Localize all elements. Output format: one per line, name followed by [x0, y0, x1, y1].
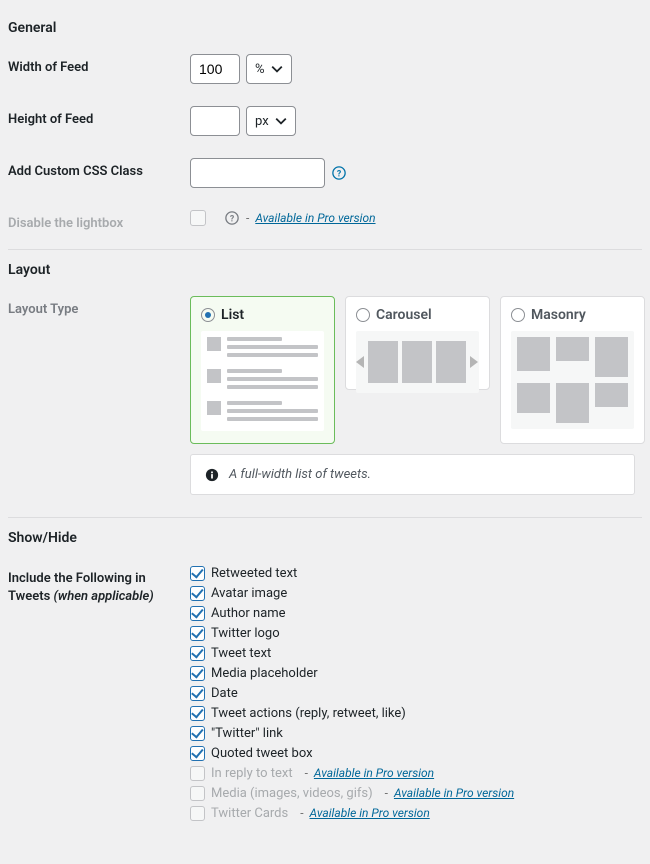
- radio-list[interactable]: [201, 308, 215, 322]
- include-item[interactable]: Tweet text: [190, 644, 514, 662]
- include-item: Media (images, videos, gifs) - Available…: [190, 784, 514, 802]
- checkbox[interactable]: [190, 746, 205, 761]
- layout-carousel-label: Carousel: [376, 307, 432, 323]
- include-item-label: "Twitter" link: [211, 726, 283, 741]
- checkbox: [190, 786, 205, 801]
- checkbox[interactable]: [190, 686, 205, 701]
- include-label: Include the Following in Tweets (when ap…: [8, 564, 190, 606]
- height-input[interactable]: [190, 106, 240, 136]
- width-unit-value: %: [255, 62, 265, 77]
- dash: -: [300, 806, 303, 820]
- height-unit-select[interactable]: px: [246, 106, 296, 136]
- include-item-label: Media placeholder: [211, 666, 318, 681]
- include-item[interactable]: "Twitter" link: [190, 724, 514, 742]
- layout-description-text: A full-width list of tweets.: [229, 467, 371, 482]
- include-item-label: Date: [211, 686, 238, 701]
- lightbox-checkbox: [190, 210, 206, 226]
- section-layout-title: Layout: [8, 262, 642, 278]
- include-item-label: Author name: [211, 606, 286, 621]
- layout-option-carousel[interactable]: Carousel: [345, 296, 490, 390]
- svg-text:?: ?: [230, 215, 235, 225]
- include-item-label: Twitter logo: [211, 626, 280, 641]
- dash: -: [385, 786, 388, 800]
- radio-carousel[interactable]: [356, 308, 370, 322]
- layout-option-list[interactable]: List: [190, 296, 335, 444]
- css-class-input[interactable]: [190, 158, 325, 188]
- checkbox[interactable]: [190, 626, 205, 641]
- include-item[interactable]: Retweeted text: [190, 564, 514, 582]
- checkbox[interactable]: [190, 566, 205, 581]
- layout-masonry-label: Masonry: [531, 307, 586, 323]
- width-input[interactable]: [190, 54, 240, 84]
- info-icon: [205, 468, 219, 482]
- pro-version-link[interactable]: Available in Pro version: [310, 806, 430, 820]
- height-label: Height of Feed: [8, 106, 190, 127]
- checkbox[interactable]: [190, 606, 205, 621]
- include-item: Twitter Cards - Available in Pro version: [190, 804, 514, 822]
- include-item[interactable]: Media placeholder: [190, 664, 514, 682]
- width-label: Width of Feed: [8, 54, 190, 75]
- divider: [8, 517, 642, 518]
- include-item: In reply to text - Available in Pro vers…: [190, 764, 514, 782]
- lightbox-label: Disable the lightbox: [8, 210, 190, 231]
- layout-masonry-thumb: [511, 331, 634, 429]
- layout-list-label: List: [221, 307, 244, 323]
- svg-text:?: ?: [337, 170, 342, 180]
- divider: [8, 249, 642, 250]
- layout-type-label: Layout Type: [8, 296, 190, 317]
- dash: -: [305, 766, 308, 780]
- section-general-title: General: [8, 20, 642, 36]
- include-item[interactable]: Author name: [190, 604, 514, 622]
- checkbox[interactable]: [190, 586, 205, 601]
- checkbox[interactable]: [190, 706, 205, 721]
- include-item-label: Retweeted text: [211, 566, 297, 581]
- dash: -: [246, 211, 249, 225]
- checkbox: [190, 806, 205, 821]
- pro-version-link[interactable]: Available in Pro version: [255, 211, 375, 225]
- include-item[interactable]: Quoted tweet box: [190, 744, 514, 762]
- radio-masonry[interactable]: [511, 308, 525, 322]
- section-showhide-title: Show/Hide: [8, 530, 642, 546]
- include-item-label: Quoted tweet box: [211, 746, 313, 761]
- pro-version-link[interactable]: Available in Pro version: [314, 766, 434, 780]
- include-item-label: Avatar image: [211, 586, 287, 601]
- checkbox[interactable]: [190, 646, 205, 661]
- checkbox[interactable]: [190, 726, 205, 741]
- help-icon[interactable]: ?: [331, 165, 347, 181]
- layout-description: A full-width list of tweets.: [190, 454, 635, 495]
- chevron-down-icon: [271, 63, 283, 75]
- include-item-label: Media (images, videos, gifs): [211, 786, 373, 801]
- css-class-label: Add Custom CSS Class: [8, 158, 190, 179]
- height-unit-value: px: [255, 114, 269, 129]
- include-item[interactable]: Tweet actions (reply, retweet, like): [190, 704, 514, 722]
- include-item[interactable]: Date: [190, 684, 514, 702]
- checkbox[interactable]: [190, 666, 205, 681]
- pro-version-link[interactable]: Available in Pro version: [394, 786, 514, 800]
- include-checklist: Retweeted text Avatar image Author name Twi…: [190, 564, 514, 822]
- include-item-label: Twitter Cards: [211, 806, 288, 821]
- include-item[interactable]: Twitter logo: [190, 624, 514, 642]
- layout-list-thumb: [201, 331, 324, 431]
- layout-option-masonry[interactable]: Masonry: [500, 296, 645, 444]
- include-item-label: In reply to text: [211, 766, 293, 781]
- checkbox: [190, 766, 205, 781]
- include-item[interactable]: Avatar image: [190, 584, 514, 602]
- help-icon[interactable]: ?: [224, 210, 240, 226]
- include-item-label: Tweet text: [211, 646, 271, 661]
- chevron-down-icon: [275, 115, 287, 127]
- layout-carousel-thumb: [356, 331, 479, 393]
- width-unit-select[interactable]: %: [246, 54, 292, 84]
- include-item-label: Tweet actions (reply, retweet, like): [211, 706, 406, 721]
